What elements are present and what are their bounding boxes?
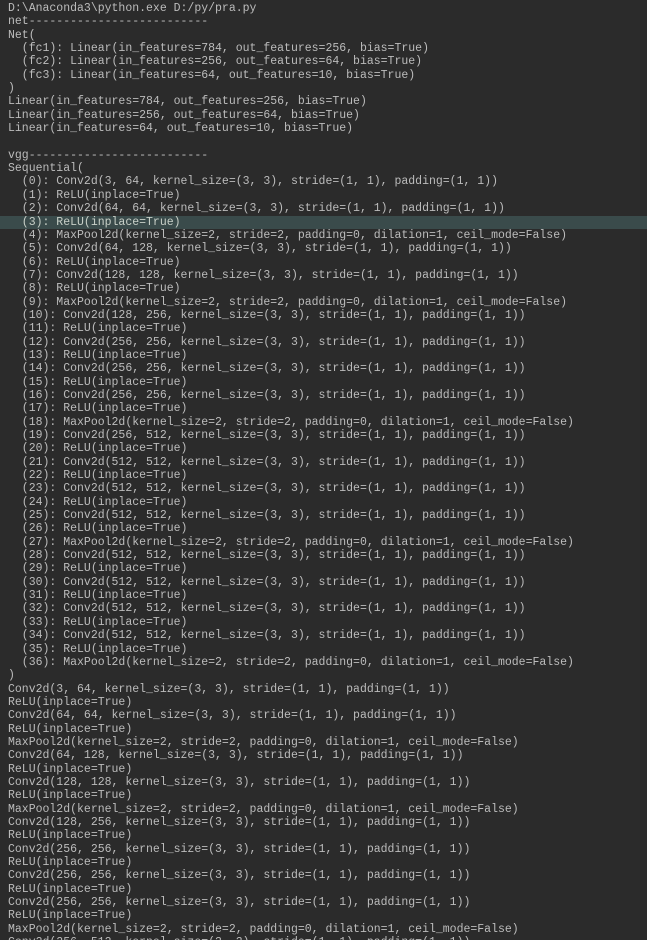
console-line: Conv2d(64, 64, kernel_size=(3, 3), strid… [0, 709, 647, 722]
console-line: Conv2d(128, 256, kernel_size=(3, 3), str… [0, 816, 647, 829]
console-line: (16): Conv2d(256, 256, kernel_size=(3, 3… [0, 389, 647, 402]
console-line: (5): Conv2d(64, 128, kernel_size=(3, 3),… [0, 242, 647, 255]
console-line: (12): Conv2d(256, 256, kernel_size=(3, 3… [0, 336, 647, 349]
console-line: (17): ReLU(inplace=True) [0, 402, 647, 415]
console-line: (13): ReLU(inplace=True) [0, 349, 647, 362]
console-line: (9): MaxPool2d(kernel_size=2, stride=2, … [0, 296, 647, 309]
console-line: ) [0, 82, 647, 95]
console-line: Conv2d(256, 256, kernel_size=(3, 3), str… [0, 843, 647, 856]
console-line: (31): ReLU(inplace=True) [0, 589, 647, 602]
console-line: (15): ReLU(inplace=True) [0, 376, 647, 389]
console-line: Linear(in_features=784, out_features=256… [0, 95, 647, 108]
console-line: (0): Conv2d(3, 64, kernel_size=(3, 3), s… [0, 175, 647, 188]
console-line: Linear(in_features=256, out_features=64,… [0, 109, 647, 122]
console-line: ReLU(inplace=True) [0, 883, 647, 896]
console-line: (32): Conv2d(512, 512, kernel_size=(3, 3… [0, 602, 647, 615]
console-line: (fc3): Linear(in_features=64, out_featur… [0, 69, 647, 82]
console-line: ReLU(inplace=True) [0, 763, 647, 776]
console-line: (10): Conv2d(128, 256, kernel_size=(3, 3… [0, 309, 647, 322]
console-line: (26): ReLU(inplace=True) [0, 522, 647, 535]
console-line: (25): Conv2d(512, 512, kernel_size=(3, 3… [0, 509, 647, 522]
console-line: Conv2d(256, 512, kernel_size=(3, 3), str… [0, 936, 647, 940]
console-line: D:\Anaconda3\python.exe D:/py/pra.py [0, 2, 647, 15]
console-line: MaxPool2d(kernel_size=2, stride=2, paddi… [0, 803, 647, 816]
console-line: (14): Conv2d(256, 256, kernel_size=(3, 3… [0, 362, 647, 375]
console-line: ReLU(inplace=True) [0, 856, 647, 869]
console-line: Conv2d(3, 64, kernel_size=(3, 3), stride… [0, 683, 647, 696]
console-line: (2): Conv2d(64, 64, kernel_size=(3, 3), … [0, 202, 647, 215]
console-line: (24): ReLU(inplace=True) [0, 496, 647, 509]
console-line: vgg-------------------------- [0, 149, 647, 162]
console-line: (20): ReLU(inplace=True) [0, 442, 647, 455]
console-line: ReLU(inplace=True) [0, 909, 647, 922]
console-line: MaxPool2d(kernel_size=2, stride=2, paddi… [0, 923, 647, 936]
console-line: Net( [0, 29, 647, 42]
console-line: (35): ReLU(inplace=True) [0, 643, 647, 656]
console-line: ReLU(inplace=True) [0, 723, 647, 736]
console-line: (21): Conv2d(512, 512, kernel_size=(3, 3… [0, 456, 647, 469]
console-line: (36): MaxPool2d(kernel_size=2, stride=2,… [0, 656, 647, 669]
console-line: (11): ReLU(inplace=True) [0, 322, 647, 335]
console-line: (34): Conv2d(512, 512, kernel_size=(3, 3… [0, 629, 647, 642]
console-line: MaxPool2d(kernel_size=2, stride=2, paddi… [0, 736, 647, 749]
console-line: (22): ReLU(inplace=True) [0, 469, 647, 482]
console-line: Conv2d(64, 128, kernel_size=(3, 3), stri… [0, 749, 647, 762]
console-line: ) [0, 669, 647, 682]
console-line: (fc2): Linear(in_features=256, out_featu… [0, 55, 647, 68]
console-line: (6): ReLU(inplace=True) [0, 256, 647, 269]
console-line: net-------------------------- [0, 15, 647, 28]
console-line: (4): MaxPool2d(kernel_size=2, stride=2, … [0, 229, 647, 242]
console-line: Conv2d(128, 128, kernel_size=(3, 3), str… [0, 776, 647, 789]
console-line: (23): Conv2d(512, 512, kernel_size=(3, 3… [0, 482, 647, 495]
console-line: (30): Conv2d(512, 512, kernel_size=(3, 3… [0, 576, 647, 589]
console-line: (18): MaxPool2d(kernel_size=2, stride=2,… [0, 416, 647, 429]
console-line: Sequential( [0, 162, 647, 175]
console-line: (fc1): Linear(in_features=784, out_featu… [0, 42, 647, 55]
console-line: (19): Conv2d(256, 512, kernel_size=(3, 3… [0, 429, 647, 442]
console-line: Linear(in_features=64, out_features=10, … [0, 122, 647, 135]
console-line: (28): Conv2d(512, 512, kernel_size=(3, 3… [0, 549, 647, 562]
console-line: (1): ReLU(inplace=True) [0, 189, 647, 202]
console-line: ReLU(inplace=True) [0, 829, 647, 842]
console-line [0, 135, 647, 148]
console-line: (8): ReLU(inplace=True) [0, 282, 647, 295]
console-line: (29): ReLU(inplace=True) [0, 562, 647, 575]
console-line: (7): Conv2d(128, 128, kernel_size=(3, 3)… [0, 269, 647, 282]
console-line: (33): ReLU(inplace=True) [0, 616, 647, 629]
console-line: ReLU(inplace=True) [0, 789, 647, 802]
console-line: ReLU(inplace=True) [0, 696, 647, 709]
console-line: (3): ReLU(inplace=True) [0, 216, 647, 229]
console-output[interactable]: D:\Anaconda3\python.exe D:/py/pra.pynet-… [0, 0, 647, 940]
console-line: Conv2d(256, 256, kernel_size=(3, 3), str… [0, 869, 647, 882]
console-line: (27): MaxPool2d(kernel_size=2, stride=2,… [0, 536, 647, 549]
console-line: Conv2d(256, 256, kernel_size=(3, 3), str… [0, 896, 647, 909]
